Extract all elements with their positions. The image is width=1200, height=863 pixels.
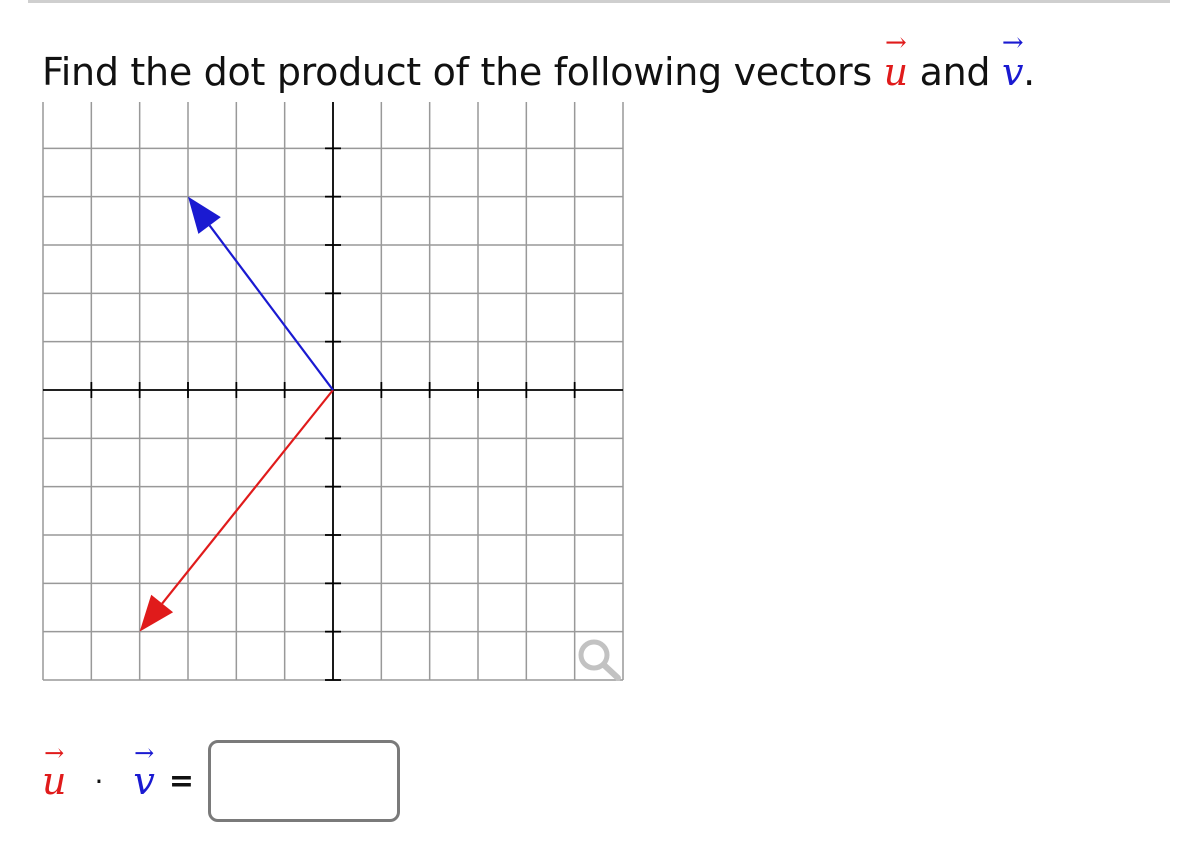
- dot-operator: ·: [94, 764, 104, 798]
- vector-arrow-icon: →: [44, 739, 65, 767]
- vector-graph: [42, 102, 624, 681]
- answer-vector-u: → u: [42, 739, 67, 803]
- vector-v-line: [208, 224, 334, 391]
- vector-v-arrowhead: [188, 196, 221, 234]
- equals-sign: =: [168, 763, 194, 799]
- answer-row: → u · → v =: [42, 737, 400, 825]
- vector-arrow-icon: →: [134, 739, 155, 767]
- dot-product-answer-input[interactable]: [208, 740, 400, 822]
- vector-u-arrowhead: [139, 594, 174, 632]
- answer-vector-v: → v: [133, 739, 155, 803]
- magnifier-icon[interactable]: [578, 639, 621, 681]
